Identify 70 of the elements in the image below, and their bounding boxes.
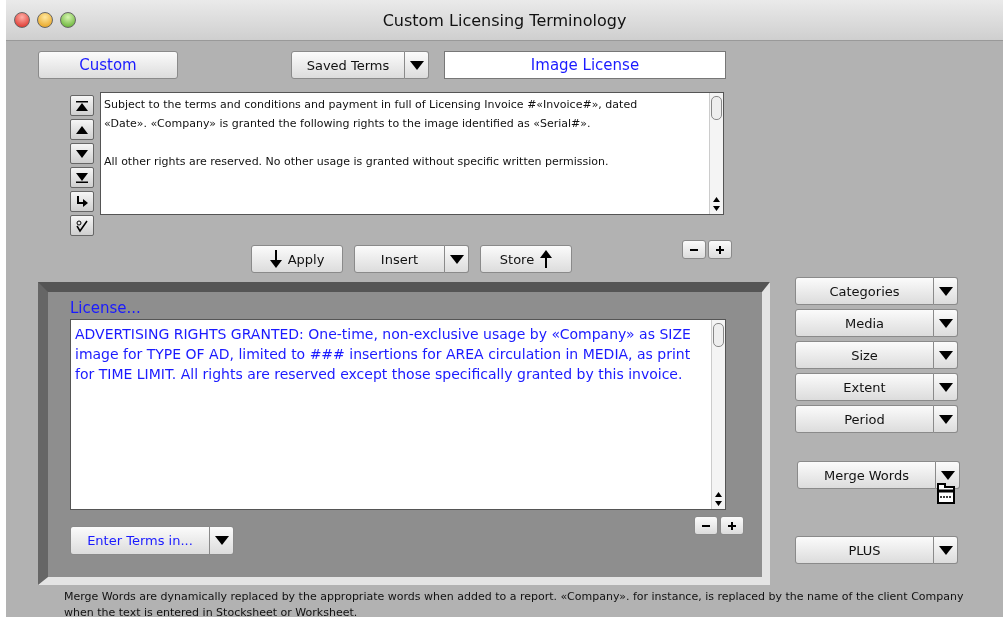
caret-icon	[938, 350, 953, 360]
caret-icon	[409, 60, 424, 70]
caret-icon	[938, 545, 953, 555]
up-arrow-icon	[540, 250, 553, 268]
dropdown-button[interactable]	[934, 536, 958, 564]
caret-icon	[938, 318, 953, 328]
scrollbar[interactable]	[709, 93, 723, 214]
caret-icon	[940, 470, 955, 480]
terms-paragraph: All other rights are reserved. No other usage is granted without specific written permission.	[104, 154, 610, 170]
caret-icon	[214, 536, 229, 545]
term-name-field[interactable]: Image License	[444, 51, 726, 79]
remove-button[interactable]	[694, 516, 718, 535]
return-arrow-icon	[75, 194, 89, 209]
dropdown-button[interactable]	[934, 309, 958, 337]
enter-terms-button[interactable]: Enter Terms in...	[70, 526, 210, 555]
dropdown-button[interactable]	[934, 373, 958, 401]
scroll-thumb[interactable]	[711, 96, 722, 120]
category-menu-button[interactable]: Extent	[795, 373, 934, 401]
plus-menu-button[interactable]: PLUS	[795, 536, 934, 564]
category-menu-button[interactable]: Categories	[795, 277, 934, 305]
category-menu-button[interactable]: Size	[795, 341, 934, 369]
add-button[interactable]	[708, 240, 732, 259]
plus-icon	[728, 521, 736, 530]
plus-icon	[716, 245, 724, 254]
caret-icon	[449, 254, 464, 264]
caret-icon	[938, 414, 953, 424]
license-text: ADVERTISING RIGHTS GRANTED: One-time, non-exclusive usage by «Company» as SIZE image for TYPE OF AD, limited to ### insertions for AREA circulation in MEDIA, as print for TIME LIMIT. All rights are reserved except those specifically granted by this invoice.	[74, 325, 692, 384]
dropdown-button[interactable]	[210, 526, 234, 555]
scrollbar[interactable]	[711, 320, 725, 509]
up-triangle-icon	[75, 124, 89, 135]
dropdown-button[interactable]	[405, 51, 429, 79]
move-to-top-icon	[75, 99, 89, 112]
move-to-bottom-icon	[75, 171, 89, 184]
remove-button[interactable]	[682, 240, 706, 259]
apply-button[interactable]: Apply	[251, 245, 343, 273]
window-title: Custom Licensing Terminology	[382, 10, 627, 30]
dropdown-button[interactable]	[445, 245, 469, 273]
merge-words-button[interactable]: Merge Words	[797, 461, 936, 489]
scroll-arrows-icon	[713, 196, 720, 212]
zoom-button[interactable]	[60, 12, 76, 28]
store-button[interactable]: Store	[480, 245, 572, 273]
move-down-button[interactable]	[70, 143, 94, 164]
caret-icon	[938, 382, 953, 392]
caret-icon	[938, 286, 953, 296]
license-label: License...	[70, 299, 142, 319]
scroll-arrows-icon	[715, 491, 722, 507]
scroll-thumb[interactable]	[713, 323, 724, 347]
move-up-button[interactable]	[70, 119, 94, 140]
insert-button[interactable]: Insert	[354, 245, 445, 273]
terms-paragraph: Subject to the terms and conditions and payment in full of Licensing Invoice #«Invoice#», dated «Date». «Company» is granted the following rights to the image identified as «Serial#».	[104, 97, 639, 132]
minus-icon	[690, 248, 698, 251]
dropdown-button[interactable]	[934, 277, 958, 305]
move-to-bottom-button[interactable]	[70, 167, 94, 188]
dropdown-button[interactable]	[934, 341, 958, 369]
return-arrow-button[interactable]	[70, 191, 94, 212]
saved-terms-button[interactable]: Saved Terms	[291, 51, 405, 79]
category-menu-button[interactable]: Media	[795, 309, 934, 337]
down-triangle-icon	[75, 148, 89, 159]
minus-icon	[702, 524, 710, 527]
minimize-button[interactable]	[37, 12, 53, 28]
category-menu-button[interactable]: Period	[795, 405, 934, 433]
terms-text-area[interactable]	[100, 92, 724, 215]
footnote-text: Merge Words are dynamically replaced by the appropriate words when added to a report. «Company». for instance, is replaced by the name of the client Company when the text is entered in Stocksheet or Worksheet.	[64, 589, 965, 617]
add-button[interactable]	[720, 516, 744, 535]
move-to-top-button[interactable]	[70, 95, 94, 116]
down-arrow-icon	[269, 250, 282, 268]
custom-button[interactable]: Custom	[38, 51, 178, 79]
license-text-area[interactable]	[70, 319, 726, 510]
close-button[interactable]	[14, 12, 30, 28]
dropdown-button[interactable]	[934, 405, 958, 433]
